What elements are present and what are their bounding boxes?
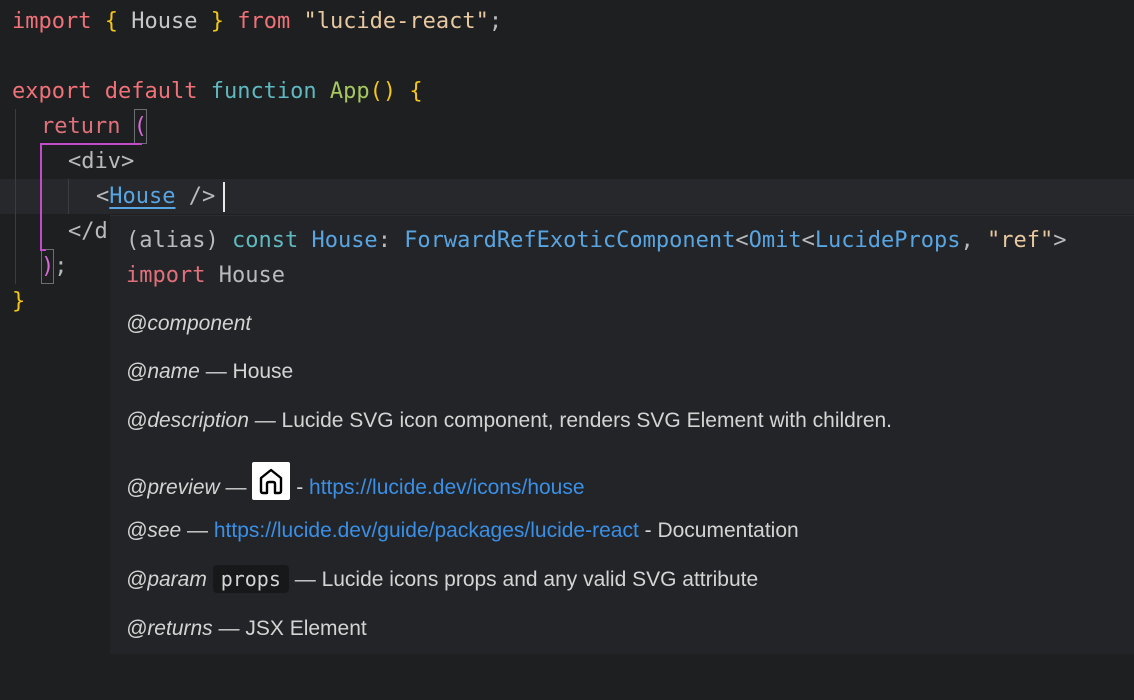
function-brace-open: { [409, 79, 423, 104]
keyword-export: export [12, 79, 92, 104]
keyword-import: import [12, 9, 92, 34]
doc-returns-value: — JSX Element [212, 617, 367, 640]
bracket-pair-guide-left [40, 143, 42, 251]
sig-string-ref: "ref" [987, 228, 1054, 253]
doc-tag-description: @description [126, 409, 249, 432]
doc-tag-name: @name [126, 360, 200, 383]
return-paren-close: ) [41, 249, 55, 284]
param-code: props [212, 565, 289, 593]
import-brace-open: { [104, 9, 118, 34]
import-name: House [218, 263, 285, 288]
doc-tag-returns: @returns [126, 617, 213, 640]
function-parens: () [369, 79, 397, 104]
doc-component: @component [126, 312, 251, 336]
sig-comma: , [960, 228, 988, 253]
keyword-function: function [210, 79, 317, 104]
code-line-6-current[interactable]: <House /> [0, 179, 1134, 214]
keyword-return: return [41, 114, 121, 139]
sig-type-omit: Omit [748, 228, 802, 253]
keyword-default: default [104, 79, 198, 104]
sig-lt: < [735, 228, 749, 253]
doc-description: @description — Lucide SVG icon component… [126, 409, 892, 433]
code-line-4[interactable]: return ( [0, 109, 1134, 144]
function-brace-close: } [12, 289, 26, 314]
code-line-3[interactable]: export default function App() { [0, 74, 1134, 109]
div-close-tag: </d [68, 219, 108, 244]
import-brace-close: } [210, 9, 224, 34]
semicolon: ; [488, 9, 503, 34]
sig-type-lucideprops: LucideProps [814, 228, 961, 253]
sig-alias: (alias) [126, 228, 219, 253]
sig-type-forwardref: ForwardRefExoticComponent [404, 228, 736, 253]
code-line-5[interactable]: <div> [0, 144, 1134, 179]
sig-name: House [311, 228, 378, 253]
sig-const: const [231, 228, 299, 253]
doc-see-suffix: - Documentation [638, 519, 799, 542]
house-component-ref[interactable]: House [109, 184, 175, 209]
doc-dash: — [181, 519, 214, 542]
import-identifier[interactable]: House [131, 9, 197, 34]
code-line-1[interactable]: import { House } from "lucide-react"; [0, 4, 1134, 39]
see-link[interactable]: https://lucide.dev/guide/packages/lucide… [214, 519, 639, 542]
hover-import-line: import House [126, 258, 285, 293]
doc-see: @see — https://lucide.dev/guide/packages… [126, 519, 799, 543]
function-name[interactable]: App [330, 79, 370, 104]
doc-description-value: — Lucide SVG icon component, renders SVG… [248, 409, 893, 432]
hover-signature: (alias) const House: ForwardRefExoticCom… [126, 223, 1067, 258]
jsx-lt: < [96, 184, 110, 209]
bracket-pair-guide-bottom [40, 249, 46, 251]
preview-link[interactable]: https://lucide.dev/icons/house [309, 476, 585, 499]
sig-colon: : [377, 228, 391, 253]
doc-param: @param props — Lucide icons props and an… [126, 565, 759, 593]
semicolon: ; [54, 254, 68, 279]
sig-lt: < [801, 228, 815, 253]
div-open-tag: <div> [68, 149, 135, 174]
doc-tag-component: @component [126, 312, 252, 335]
house-icon [252, 462, 291, 500]
indent-guide [15, 109, 16, 284]
indent-guide [68, 179, 69, 214]
doc-param-value: — Lucide icons props and any valid SVG a… [288, 568, 759, 591]
doc-name: @name — House [126, 360, 293, 384]
doc-separator: - [290, 476, 310, 499]
text-cursor [223, 182, 225, 212]
doc-preview: @preview — - https://lucide.dev/icons/ho… [126, 462, 585, 500]
keyword-from: from [237, 9, 291, 34]
doc-tag-preview: @preview [126, 476, 220, 499]
doc-name-value: — House [199, 360, 294, 383]
return-paren-open: ( [133, 109, 147, 144]
doc-tag-see: @see [126, 519, 182, 542]
module-string[interactable]: "lucide-react" [303, 9, 488, 34]
doc-returns: @returns — JSX Element [126, 617, 367, 641]
sig-gt: > [1053, 228, 1067, 253]
import-keyword: import [126, 263, 206, 288]
hover-tooltip[interactable]: (alias) const House: ForwardRefExoticCom… [110, 215, 1134, 654]
bracket-pair-guide-top [40, 143, 142, 145]
doc-tag-param: @param [126, 568, 207, 591]
doc-dash: — [219, 476, 253, 499]
jsx-self-close: /> [175, 184, 216, 209]
